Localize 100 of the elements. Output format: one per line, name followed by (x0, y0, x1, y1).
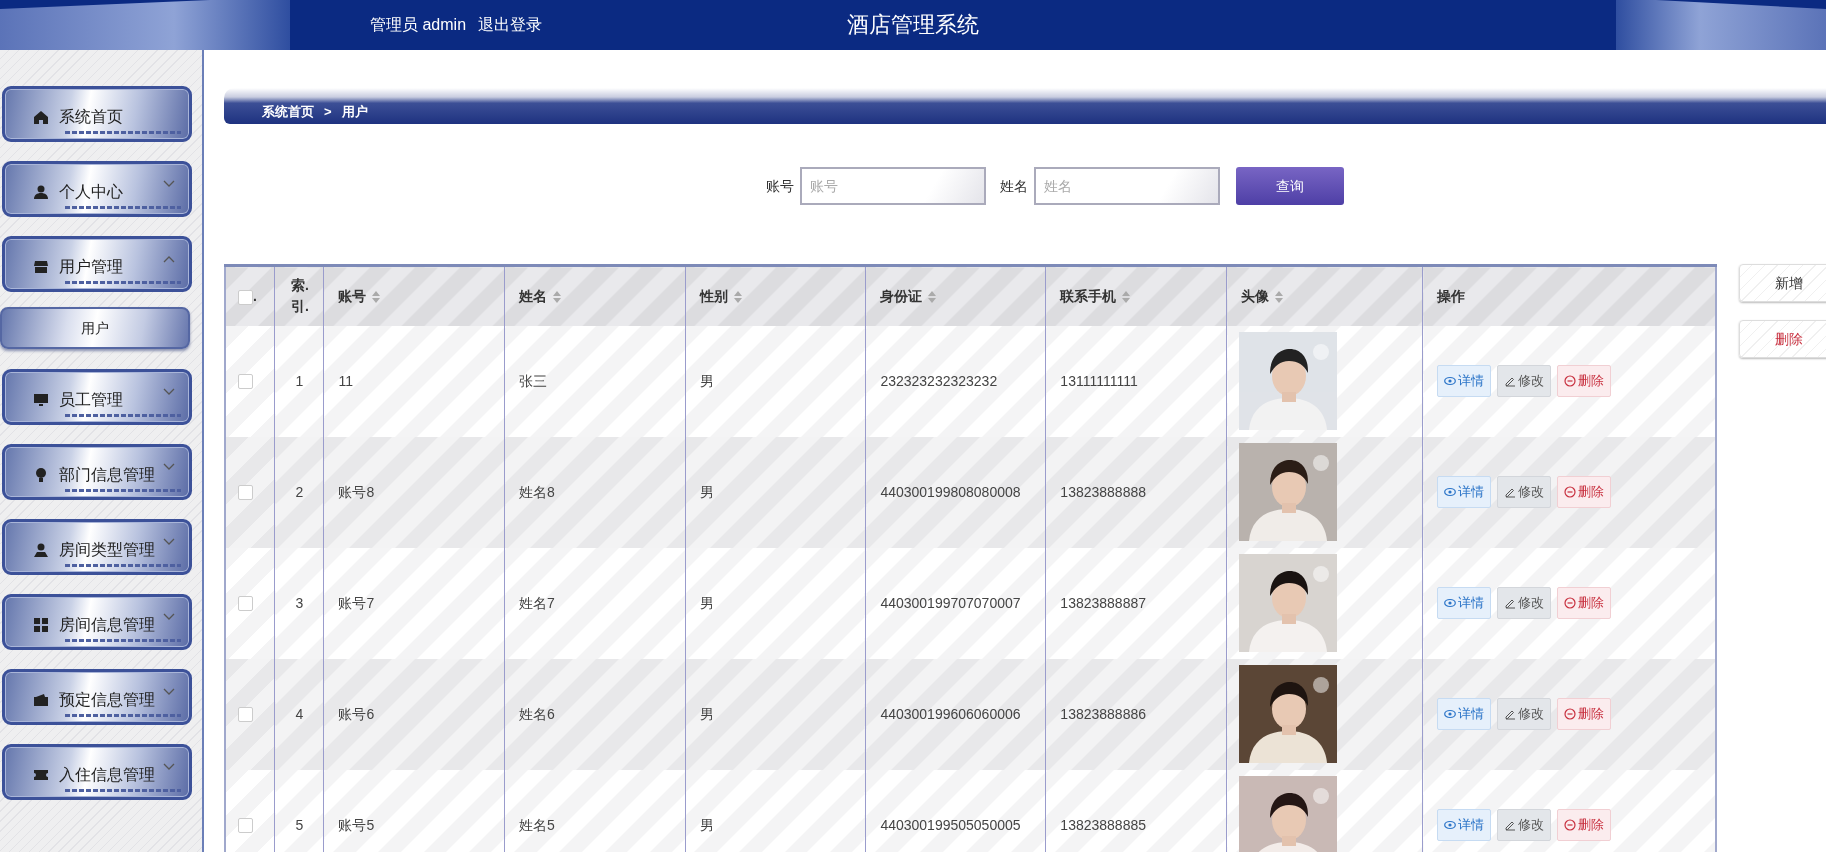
menu-item[interactable]: 预定信息管理 (2, 669, 192, 725)
delete-button[interactable]: 删除 (1557, 476, 1611, 508)
table-cell: 姓名8 (504, 436, 686, 548)
table-cell: 张三 (504, 325, 686, 437)
person-icon (33, 184, 49, 200)
table-cell: 4 (274, 658, 324, 770)
table-cell: 13823888886 (1045, 658, 1227, 770)
menu-label: 部门信息管理 (59, 465, 155, 485)
delete-button[interactable]: 删除 (1739, 320, 1826, 358)
edit-button[interactable]: 修改 (1497, 809, 1551, 841)
column-header[interactable]: 账号 (323, 265, 505, 326)
eye-icon (1444, 819, 1456, 831)
sort-icon[interactable] (372, 291, 381, 304)
column-header: 操作 (1422, 265, 1716, 326)
table-cell: 账号6 (323, 658, 505, 770)
edit-button[interactable]: 修改 (1497, 476, 1551, 508)
menu-item[interactable]: 入住信息管理 (2, 744, 192, 800)
view-button[interactable]: 详情 (1437, 698, 1491, 730)
table-cell: 440300199808080008 (865, 436, 1046, 548)
admin-label: 管理员 admin (370, 15, 467, 35)
menu-label: 房间信息管理 (59, 615, 155, 635)
row-checkbox[interactable] (238, 707, 253, 723)
table-cell: 11 (323, 325, 505, 437)
row-checkbox[interactable] (238, 596, 253, 612)
delete-button[interactable]: 删除 (1557, 809, 1611, 841)
row-checkbox[interactable] (238, 485, 253, 501)
column-header[interactable]: 联系手机 (1045, 265, 1227, 326)
table-cell: 男 (685, 769, 866, 852)
minus-circle-icon (1564, 486, 1576, 498)
sort-icon[interactable] (1275, 291, 1284, 304)
table-cell: 5 (274, 769, 324, 852)
edit-button[interactable]: 修改 (1497, 587, 1551, 619)
table-cell: 男 (685, 436, 866, 548)
row-checkbox[interactable] (238, 818, 253, 834)
menu-item[interactable]: 个人中心 (2, 161, 192, 217)
breadcrumb-item[interactable]: 系统首页 (262, 101, 314, 121)
add-button[interactable]: 新增 (1739, 264, 1826, 302)
table-cell: 1 (274, 325, 324, 437)
table-cell: 3 (274, 547, 324, 659)
pencil-icon (1504, 486, 1516, 498)
sort-icon[interactable] (553, 291, 562, 304)
row-checkbox[interactable] (238, 374, 253, 390)
menu-item[interactable]: 部门信息管理 (2, 444, 192, 500)
column-header[interactable]: 姓名 (504, 265, 686, 326)
menu-item[interactable]: 系统首页 (2, 86, 192, 142)
table-cell: 男 (685, 325, 866, 437)
table-cell: 440300199707070007 (865, 547, 1046, 659)
table-cell: 13111111111 (1045, 325, 1227, 437)
menu-item[interactable]: 员工管理 (2, 369, 192, 425)
table-cell: 13823888888 (1045, 436, 1227, 548)
view-button[interactable]: 详情 (1437, 587, 1491, 619)
pencil-icon (1504, 375, 1516, 387)
minus-circle-icon (1564, 708, 1576, 720)
column-header[interactable]: 头像 (1226, 265, 1423, 326)
table-cell: 账号8 (323, 436, 505, 548)
search-field[interactable]: 账号 (800, 167, 986, 205)
ticket-icon (33, 767, 49, 783)
menu-item[interactable]: 房间信息管理 (2, 594, 192, 650)
pencil-icon (1504, 819, 1516, 831)
table-cell: 姓名5 (504, 769, 686, 852)
minus-circle-icon (1564, 597, 1576, 609)
menu-item[interactable]: 房间类型管理 (2, 519, 192, 575)
delete-button[interactable]: 删除 (1557, 365, 1611, 397)
table-cell: 440300199606060006 (865, 658, 1046, 770)
menu-item[interactable]: 用户管理 (2, 236, 192, 292)
sort-icon[interactable] (733, 291, 742, 304)
person-icon (33, 542, 49, 558)
column-header[interactable]: 身份证 (865, 265, 1046, 326)
minus-circle-icon (1564, 819, 1576, 831)
sort-icon[interactable] (1122, 291, 1131, 304)
eye-icon (1444, 375, 1456, 387)
eye-icon (1444, 597, 1456, 609)
table-cell: 13823888887 (1045, 547, 1227, 659)
view-button[interactable]: 详情 (1437, 809, 1491, 841)
menu-label: 个人中心 (59, 182, 123, 202)
search-field[interactable]: 姓名 (1034, 167, 1220, 205)
eye-icon (1444, 708, 1456, 720)
monitor-icon (33, 392, 49, 408)
edit-button[interactable]: 修改 (1497, 698, 1551, 730)
table-cell: 男 (685, 658, 866, 770)
table-cell: 账号7 (323, 547, 505, 659)
submenu-item[interactable]: 用户 (0, 307, 190, 349)
column-header[interactable]: 性别 (685, 265, 866, 326)
menu-label: 入住信息管理 (59, 765, 155, 785)
delete-button[interactable]: 删除 (1557, 698, 1611, 730)
select-all-checkbox[interactable] (238, 289, 253, 305)
breadcrumb-item: 用户 (341, 102, 368, 121)
search-button[interactable]: 查询 (1236, 167, 1344, 205)
table-cell: 440300199505050005 (865, 769, 1046, 852)
delete-button[interactable]: 删除 (1557, 587, 1611, 619)
logout-link[interactable]: 退出登录 (478, 13, 543, 37)
edit-button[interactable]: 修改 (1497, 365, 1551, 397)
view-button[interactable]: 详情 (1437, 476, 1491, 508)
table-cell: 232323232323232 (865, 325, 1046, 437)
store-icon (33, 259, 49, 275)
menu-label: 用户管理 (59, 257, 123, 277)
sort-icon[interactable] (928, 291, 937, 304)
view-button[interactable]: 详情 (1437, 365, 1491, 397)
menu-label: 系统首页 (59, 107, 123, 127)
pencil-icon (1504, 597, 1516, 609)
